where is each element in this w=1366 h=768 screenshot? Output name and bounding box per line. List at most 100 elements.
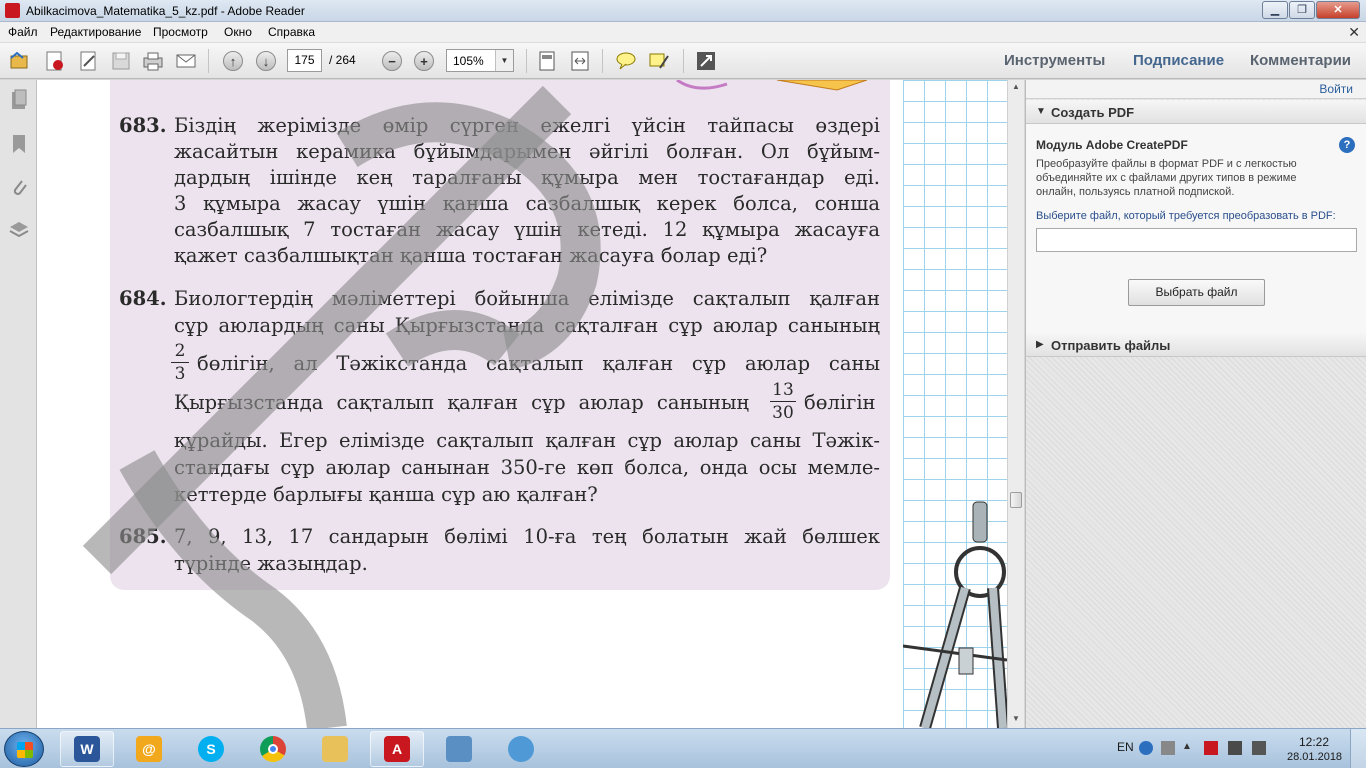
document-view[interactable]: 683. Біздің жерімізде өмір сүрген ежелгі… [37,80,1007,728]
fit-width-icon[interactable] [569,50,591,72]
problem-683-line-5: сазбалшық 7 тостаған жасау үшін кетеді. … [174,218,880,241]
chrome-icon [260,736,286,762]
acrobat-tray-icon[interactable] [1204,741,1218,755]
menu-window[interactable]: Окно [224,25,252,39]
comments-link[interactable]: Комментарии [1250,52,1351,69]
fullscreen-icon[interactable] [695,50,717,72]
problem-683-line-1: Біздің жерімізде өмір сүрген ежелгі үйсі… [174,114,880,137]
attachments-icon[interactable] [8,176,30,198]
problem-683-line-2: жасайтын керамика бұйымдарымен әйгілі бо… [174,140,880,163]
expanded-triangle-icon: ▼ [1036,106,1046,117]
problem-684-line-6: стандағы сұр аюлар санынан 350-ге көп бо… [174,456,880,479]
skype-icon: S [198,736,224,762]
language-indicator[interactable]: EN [1117,740,1134,754]
taskbar-acrobat[interactable]: A [370,731,424,767]
zoom-select[interactable]: 105% ▼ [446,49,514,72]
file-path-field[interactable] [1036,228,1357,252]
mail-icon: @ [136,736,162,762]
menu-view[interactable]: Просмотр [153,25,208,39]
menu-help[interactable]: Справка [268,25,315,39]
taskbar-network[interactable] [432,731,486,767]
folder-icon [322,736,348,762]
zoom-out-button[interactable]: − [381,50,403,72]
taskbar-chrome[interactable] [246,731,300,767]
taskbar-explorer[interactable] [308,731,362,767]
volume-icon[interactable] [1252,741,1266,755]
bookmarks-icon[interactable] [8,133,30,155]
acrobat-icon: A [384,736,410,762]
problem-685-line-1: 7, 9, 13, 17 сандарын бөлімі 10-ға тең б… [174,525,880,548]
scroll-down-icon[interactable]: ▼ [1012,714,1020,723]
minimize-button[interactable]: ▁ [1262,1,1288,19]
menu-file[interactable]: Файл [8,25,38,39]
tray-settings-icon[interactable] [1161,741,1175,755]
network-tray-icon[interactable] [1228,741,1242,755]
show-hidden-icons-icon[interactable]: ▲ [1182,741,1196,755]
send-files-header[interactable]: ▶ Отправить файлы [1026,333,1366,357]
close-document-icon[interactable]: ✕ [1348,24,1360,41]
previous-page-icon[interactable]: ↑ [222,50,244,72]
collapsed-triangle-icon: ▶ [1036,339,1044,350]
taskbar-word[interactable]: W [60,731,114,767]
chevron-down-icon[interactable]: ▼ [495,50,513,71]
taskbar-mail[interactable]: @ [122,731,176,767]
zoom-value: 105% [453,54,484,68]
select-file-label: Выберите файл, который требуется преобра… [1036,210,1336,222]
create-pdf-header[interactable]: ▼ Создать PDF [1026,100,1366,124]
windows-logo-icon [17,742,33,758]
create-pdf-icon[interactable] [43,50,65,72]
help-tray-icon[interactable] [1139,741,1153,755]
highlight-icon[interactable] [648,50,670,72]
comment-icon[interactable] [615,50,637,72]
clock-date[interactable]: 28.01.2018 [1287,751,1342,763]
show-desktop-button[interactable] [1350,729,1366,768]
globe-icon [508,736,534,762]
zoom-in-button[interactable]: + [413,50,435,72]
problem-683-line-6: қажет сазбалшықтан қанша тостаған жасауғ… [174,244,768,267]
print-icon[interactable] [142,50,164,72]
problem-684-line-3: бөлігін, ал Тәжікстанда сақталып қалған … [197,352,880,375]
help-icon[interactable]: ? [1339,137,1355,153]
taskbar-skype[interactable]: S [184,731,238,767]
fit-page-icon[interactable] [536,50,558,72]
adobe-reader-icon [5,3,20,18]
page-thumbnails-icon[interactable] [8,89,30,111]
close-window-button[interactable]: ✕ [1316,1,1360,19]
scrollbar-thumb[interactable] [1010,492,1022,508]
open-icon[interactable] [9,50,31,72]
network-icon [446,736,472,762]
layers-icon[interactable] [8,219,30,241]
menu-edit[interactable]: Редактирование [50,25,141,39]
page-number-input[interactable]: 175 [287,49,322,72]
title-bar: Abilkacimova_Matematika_5_kz.pdf - Adobe… [0,0,1366,22]
navigation-pane [0,80,37,728]
page-total: / 264 [329,53,356,67]
panel-top-strip: Войти [1026,80,1366,99]
compass-illustration [903,501,1007,728]
page-decoration [676,80,868,91]
edit-icon[interactable] [77,50,99,72]
send-files-title: Отправить файлы [1051,338,1171,353]
document-scrollbar[interactable]: ▲ ▼ [1007,80,1024,728]
problem-683-number: 683. [119,114,167,137]
problem-685-line-2: түрінде жазыңдар. [174,552,368,575]
email-icon[interactable] [175,50,197,72]
sign-link[interactable]: Подписание [1133,52,1224,69]
save-icon[interactable] [110,50,132,72]
create-pdf-section: Модуль Adobe CreatePDF ? Преобразуйте фа… [1026,124,1366,356]
scroll-up-icon[interactable]: ▲ [1012,82,1020,91]
tools-panel: Войти ▼ Создать PDF Модуль Adobe CreateP… [1025,80,1366,728]
problem-683-line-3: дардың ішінде кең таралғаны құмыра мен т… [174,166,880,189]
clock-time[interactable]: 12:22 [1299,735,1329,749]
problem-684-line-2: сұр аюлардың саны Қырғызстанда сақталған… [174,314,880,337]
create-pdf-title: Создать PDF [1051,105,1135,120]
maximize-button[interactable]: ❐ [1289,1,1315,19]
taskbar-remote[interactable] [494,731,548,767]
module-title: Модуль Adobe CreatePDF [1036,138,1188,152]
next-page-icon[interactable]: ↓ [255,50,277,72]
start-button[interactable] [4,731,44,767]
tools-link[interactable]: Инструменты [1004,52,1105,69]
word-icon: W [74,736,100,762]
login-link[interactable]: Войти [1319,82,1353,96]
choose-file-button[interactable]: Выбрать файл [1128,279,1265,306]
